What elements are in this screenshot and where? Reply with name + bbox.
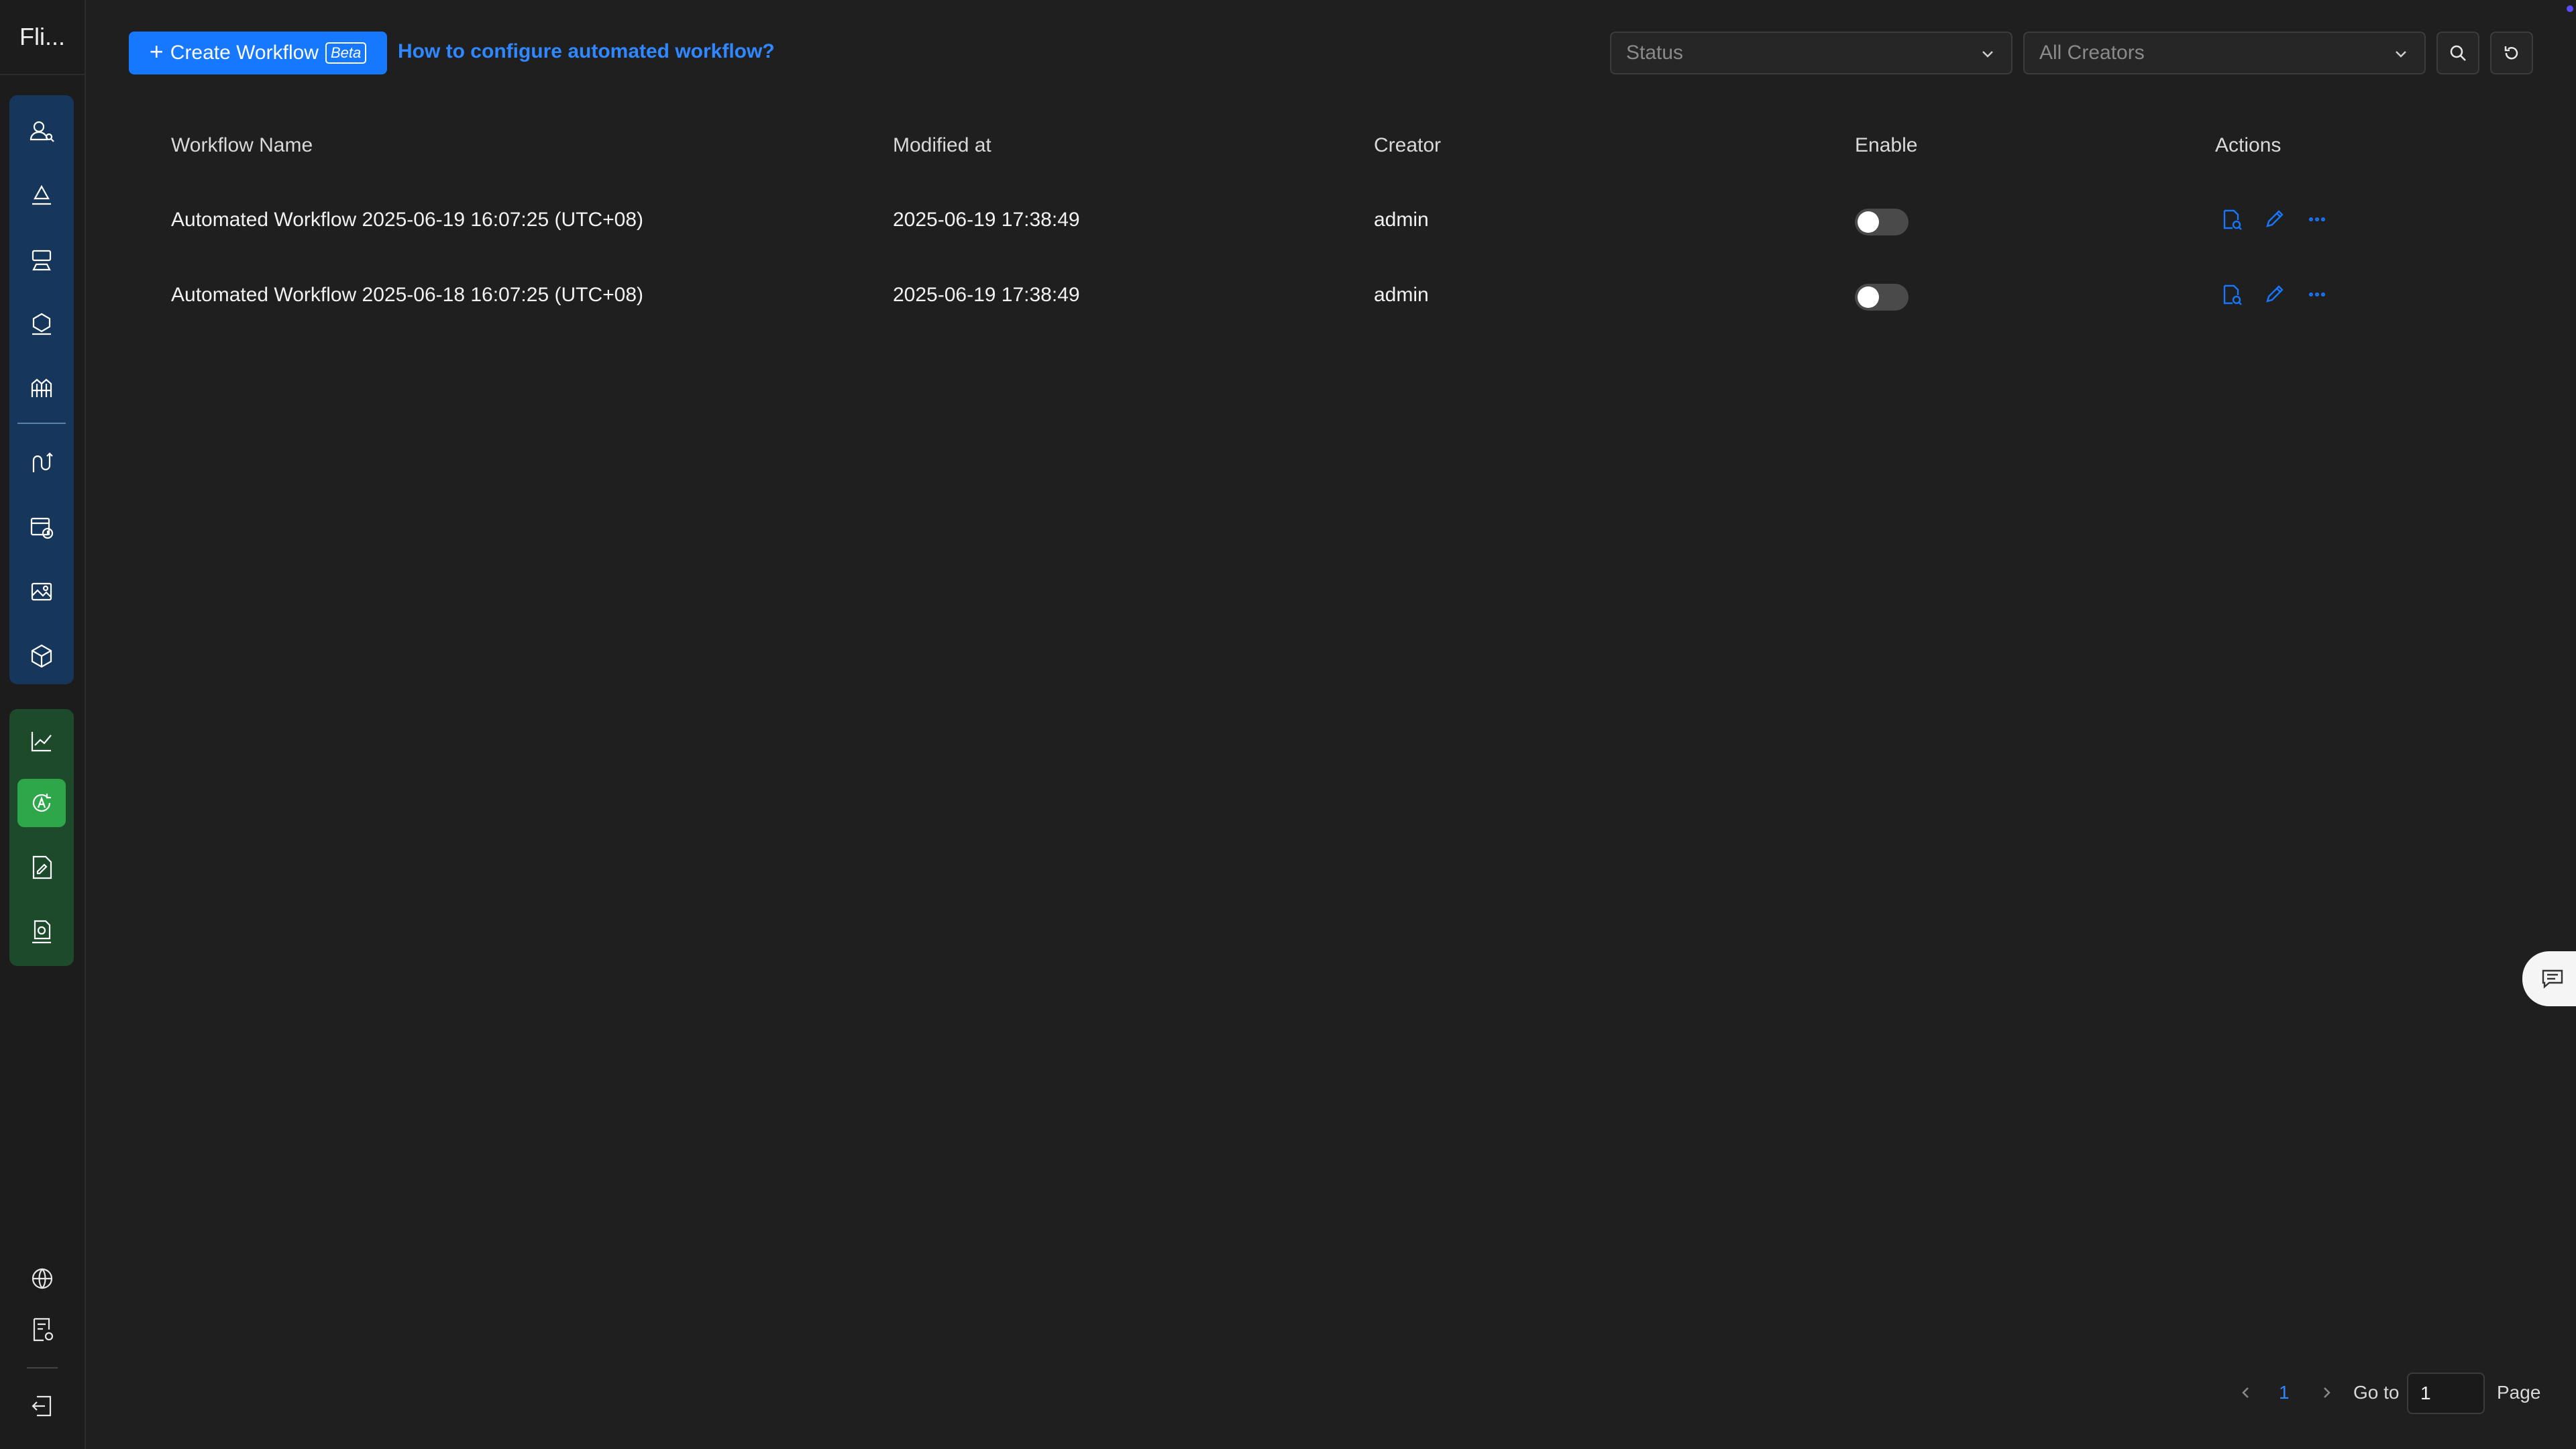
page-label: Page [2497,1382,2541,1403]
column-header-actions: Actions [2215,134,2282,156]
chevron-down-icon [1979,45,1996,62]
refresh-icon [2504,46,2518,60]
nav-report-icon[interactable] [17,843,66,892]
nav-schedule-icon[interactable] [17,503,66,551]
creator: admin [1374,284,1429,306]
app-brand[interactable]: Fli... [0,0,85,75]
nav-model-icon[interactable] [17,301,66,349]
workflow-name[interactable]: Automated Workflow 2025-06-19 16:07:25 (… [171,209,643,231]
settings-doc-icon[interactable] [18,1305,66,1354]
creator-select[interactable]: All Creators [2023,32,2426,74]
column-header-enable: Enable [1855,134,1918,156]
feedback-button[interactable] [2522,951,2576,1006]
column-header-modified: Modified at [893,134,991,156]
nav-automation-icon[interactable] [17,779,66,827]
status-select-value: Status [1626,42,1684,64]
edit-icon[interactable] [2261,206,2288,233]
plus-icon: + [149,38,164,65]
goto-label: Go to [2353,1382,2400,1403]
column-header-name: Workflow Name [171,134,313,156]
nav-dataset-icon[interactable] [17,236,66,284]
prev-page-icon[interactable] [2234,1381,2258,1405]
next-page-icon[interactable] [2314,1381,2339,1405]
more-icon[interactable] [2304,206,2330,233]
search-icon [2450,45,2466,61]
logout-icon[interactable] [18,1382,66,1430]
refresh-button[interactable] [2490,32,2533,74]
goto-page-input[interactable] [2407,1373,2485,1414]
nav-training-icon[interactable] [17,365,66,413]
enable-toggle[interactable] [1855,209,1909,235]
create-workflow-label: Create Workflow [170,42,319,64]
create-workflow-button[interactable]: + Create Workflow Beta [129,32,387,74]
page-number[interactable]: 1 [2279,1382,2290,1403]
sidebar: Fli... [0,0,86,1449]
nav-package-icon[interactable] [17,632,66,680]
creator-select-value: All Creators [2039,42,2145,64]
nav-analytics-icon[interactable] [17,717,66,765]
chat-icon [2542,969,2563,989]
globe-icon[interactable] [18,1254,66,1303]
modified-at: 2025-06-19 17:38:49 [893,209,1080,231]
view-details-icon[interactable] [2218,281,2245,308]
view-details-icon[interactable] [2218,206,2245,233]
nav-users-icon[interactable] [17,107,66,156]
edit-icon[interactable] [2261,281,2288,308]
nav-group-secondary [9,709,74,966]
nav-gallery-icon[interactable] [17,568,66,616]
nav-annotate-icon[interactable] [17,172,66,220]
help-link[interactable]: How to configure automated workflow? [398,40,775,63]
chevron-down-icon [2392,45,2410,62]
modified-at: 2025-06-19 17:38:49 [893,284,1080,306]
enable-toggle[interactable] [1855,284,1909,311]
notification-dot [2567,5,2573,12]
workflow-name[interactable]: Automated Workflow 2025-06-18 16:07:25 (… [171,284,643,307]
status-select[interactable]: Status [1610,32,2012,74]
nav-inspect-icon[interactable] [17,908,66,956]
creator: admin [1374,209,1429,231]
beta-badge: Beta [325,42,367,64]
column-header-creator: Creator [1374,134,1442,156]
more-icon[interactable] [2304,281,2330,308]
nav-group-primary [9,95,74,684]
nav-pipeline-icon[interactable] [17,439,66,487]
search-button[interactable] [2436,32,2479,74]
